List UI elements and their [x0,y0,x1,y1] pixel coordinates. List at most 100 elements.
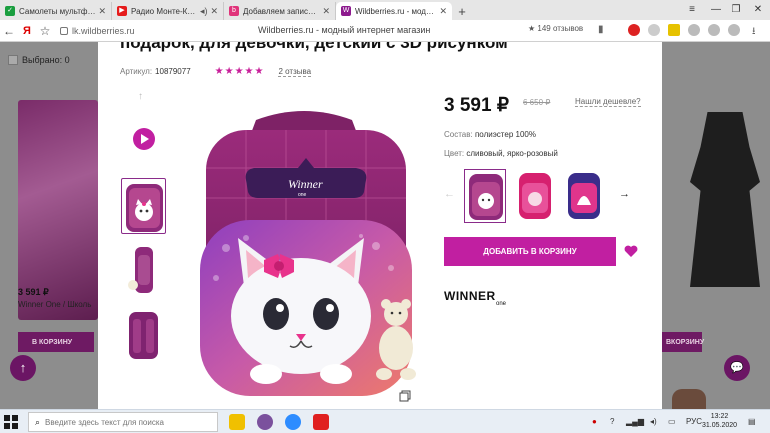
thumbnail-3[interactable] [121,307,166,363]
product-title: подарок, для девочки, детский с 3D рисун… [120,42,508,52]
thumbnail-1[interactable] [121,178,166,234]
lamp-icon[interactable] [668,24,680,36]
browser-tab[interactable]: ✓ Самолеты мультфильм 20 ✕ [0,2,112,20]
composition-label: Состав: [444,130,473,139]
speaker-icon[interactable]: ◂) [200,6,208,17]
background-product-name[interactable]: Winner One / Школь [18,300,91,309]
close-icon[interactable]: ✕ [322,6,330,17]
clock[interactable]: 13:22 31.05.2020 [702,412,737,430]
checkbox[interactable] [8,55,18,65]
tab-favicon-icon: W [341,6,351,16]
viber-icon[interactable] [257,414,273,430]
extension-icon[interactable] [628,24,640,36]
search-input[interactable] [45,417,206,427]
variant-thumb-1[interactable] [464,169,506,223]
arrow-left-icon[interactable]: ← [444,188,455,200]
windows-start-icon[interactable] [4,415,18,429]
variant-thumb-2[interactable] [514,169,556,223]
background-cart-button[interactable]: В КОРЗИНУ [18,332,94,352]
thumbnail-2[interactable] [121,241,166,297]
arrow-right-icon[interactable]: → [619,188,630,200]
tab-favicon-icon: ▶ [117,6,127,16]
new-tab-button[interactable]: + [452,2,472,20]
play-video-button[interactable] [133,128,155,150]
selected-filter[interactable]: Выбрано: 0 [8,55,70,65]
menu-icon[interactable]: ≡ [680,0,704,18]
tab-title: Wildberries.ru - модный и [355,6,437,16]
variant-thumb-3[interactable] [563,169,605,223]
reviews-link[interactable]: 2 отзыва [278,67,312,77]
taskbar: ⌕ ● ? ▂▄▆ ◂) ▭ РУС 13:22 31.05.2020 ▤ [0,409,770,433]
brand-logo[interactable]: WINNER one [444,289,512,311]
notifications-icon[interactable]: ▤ [748,417,756,426]
browser-tab[interactable]: ▶ Радио Монте-Карл ◂) ✕ [112,2,224,20]
found-cheaper-link[interactable]: Нашли дешевле? [575,97,641,107]
chevron-up-icon[interactable]: ↑ [138,91,143,102]
article-label: Артикул: [120,67,153,76]
bookmark-icon[interactable]: ▮ [598,24,604,35]
color-variants: ← → [444,166,644,226]
extension-icon[interactable] [728,24,740,36]
close-icon[interactable]: ✕ [98,6,106,17]
download-icon[interactable]: ⭳ [752,24,756,41]
close-icon[interactable]: ✕ [210,6,218,17]
clock-time: 13:22 [710,413,729,420]
old-price: 6 650 ₽ [523,98,551,107]
maximize-icon[interactable]: ❐ [724,0,748,18]
help-icon[interactable]: ? [610,417,614,426]
address-bar: ← Я ☆ lk.wildberries.ru Wildberries.ru -… [0,20,770,42]
product-meta: Артикул: 10879077 ★★★★★ 2 отзыва [120,66,312,77]
reviews-chip[interactable]: ★ 149 отзывов [528,24,583,33]
composition-row: Состав: полиэстер 100% [444,130,536,139]
color-label: Цвет: [444,149,465,158]
tab-favicon-icon: b [229,6,239,16]
color-value: сливовый, ярко-розовый [466,149,558,158]
article-value: 10879077 [155,67,191,76]
selected-count: Выбрано: 0 [22,55,70,65]
product-price: 3 591 ₽ [444,95,509,116]
extension-icon[interactable] [708,24,720,36]
network-icon[interactable]: ▂▄▆ [626,417,644,426]
security-icon[interactable]: ● [592,417,597,426]
tab-title: Самолеты мультфильм 20 [19,6,95,16]
browser-tab-active[interactable]: W Wildberries.ru - модный и ✕ [336,2,452,20]
extension-icon[interactable] [688,24,700,36]
browser-tab[interactable]: b Добавляем запись в сооб ✕ [224,2,336,20]
image-brand-text: Winner [288,177,323,191]
back-arrow-icon[interactable]: ← [0,24,18,38]
add-to-cart-button[interactable]: ДОБАВИТЬ В КОРЗИНУ [444,237,616,266]
background-cart-button-2[interactable]: ВКОРЗИНУ [662,332,704,352]
taskbar-search[interactable]: ⌕ [28,412,218,432]
battery-icon[interactable]: ▭ [668,417,676,426]
main-product-image[interactable]: Winner one [186,108,426,406]
chat-button[interactable]: 💬 [724,355,750,381]
yandex-logo-icon[interactable]: Я [18,25,36,37]
composition-value: полиэстер 100% [474,130,536,139]
background-product-price: 3 591 ₽ [18,287,49,297]
scroll-up-button[interactable]: ↑ [10,355,36,381]
url-text: lk.wildberries.ru [72,25,135,36]
heart-icon[interactable] [624,245,638,258]
folder-icon[interactable] [229,414,245,430]
product-modal: подарок, для девочки, детский с 3D рисун… [98,42,662,409]
url-field[interactable]: lk.wildberries.ru [60,26,135,36]
clock-date: 31.05.2020 [702,422,738,429]
yandex-browser-icon[interactable] [313,414,329,430]
tab-strip: ✓ Самолеты мультфильм 20 ✕ ▶ Радио Монте… [0,0,770,20]
tab-title: Добавляем запись в сооб [243,6,319,16]
speaker-icon[interactable]: ◂) [650,417,657,426]
language-indicator[interactable]: РУС [686,417,702,426]
avatar [672,389,706,409]
zoom-icon[interactable] [285,414,301,430]
window-close-icon[interactable]: ✕ [746,0,770,18]
fullscreen-icon[interactable] [399,390,411,402]
tab-favicon-icon: ✓ [5,6,15,16]
image-brand-subtext: one [298,192,307,198]
close-icon[interactable]: ✕ [439,6,447,17]
star-icon[interactable]: ☆ [36,24,54,38]
extension-icon[interactable] [648,24,660,36]
rating-stars: ★★★★★ [214,66,265,77]
page-title: Wildberries.ru - модный интернет магазин [258,25,431,35]
tab-title: Радио Монте-Карл [131,6,197,16]
search-icon: ⌕ [35,416,41,427]
